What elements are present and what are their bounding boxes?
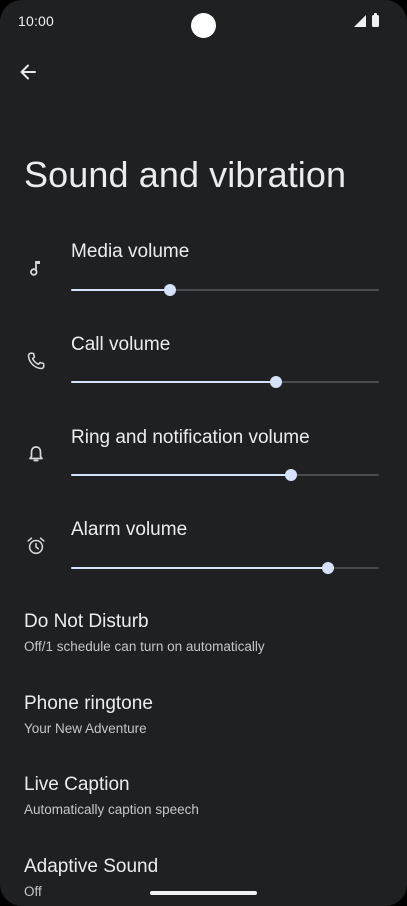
ring-volume-label: Ring and notification volume	[71, 427, 310, 448]
alarm-volume-label: Alarm volume	[71, 519, 188, 540]
item-subtitle: Your New Adventure	[24, 721, 147, 736]
status-time: 10:00	[18, 13, 55, 29]
item-title: Live Caption	[24, 774, 130, 795]
alarm-volume-slider[interactable]	[71, 560, 379, 576]
slider-thumb[interactable]	[285, 469, 298, 481]
live-caption-item[interactable]: Live Caption Automatically caption speec…	[24, 773, 383, 819]
media-volume-slider[interactable]	[71, 282, 379, 298]
phone-ringtone-item[interactable]: Phone ringtone Your New Adventure	[24, 692, 383, 738]
alarm-volume-row: Alarm volume	[0, 518, 407, 598]
item-title: Do Not Disturb	[24, 611, 149, 632]
page-title: Sound and vibration	[24, 154, 347, 195]
home-gesture-bar[interactable]	[150, 891, 257, 895]
bell-icon	[24, 442, 48, 466]
slider-thumb[interactable]	[269, 376, 282, 388]
slider-fill	[71, 289, 170, 291]
camera-cutout	[191, 13, 216, 38]
signal-icon	[354, 15, 366, 27]
battery-icon	[372, 13, 379, 27]
arrow-back-icon	[20, 64, 36, 80]
slider-fill	[71, 381, 276, 383]
media-volume-label: Media volume	[71, 241, 190, 262]
status-icons	[354, 13, 379, 27]
item-subtitle: Automatically caption speech	[24, 802, 199, 817]
slider-thumb[interactable]	[322, 562, 335, 574]
media-volume-row: Media volume	[0, 240, 407, 320]
item-title: Phone ringtone	[24, 693, 153, 714]
do-not-disturb-item[interactable]: Do Not Disturb Off/1 schedule can turn o…	[24, 610, 383, 656]
slider-thumb[interactable]	[163, 284, 176, 296]
item-title: Adaptive Sound	[24, 856, 159, 877]
back-button[interactable]	[16, 60, 40, 84]
call-volume-slider[interactable]	[71, 374, 379, 390]
ring-volume-slider[interactable]	[71, 467, 379, 483]
screen: 10:00 Sound and vibration Media volume C…	[0, 0, 407, 906]
item-subtitle: Off/1 schedule can turn on automatically	[24, 639, 265, 654]
call-volume-row: Call volume	[0, 333, 407, 413]
slider-fill	[71, 567, 329, 569]
ring-volume-row: Ring and notification volume	[0, 426, 407, 506]
music-note-icon	[24, 256, 48, 280]
phone-icon	[24, 349, 48, 373]
call-volume-label: Call volume	[71, 334, 171, 355]
slider-fill	[71, 474, 292, 476]
alarm-clock-icon	[24, 534, 48, 558]
